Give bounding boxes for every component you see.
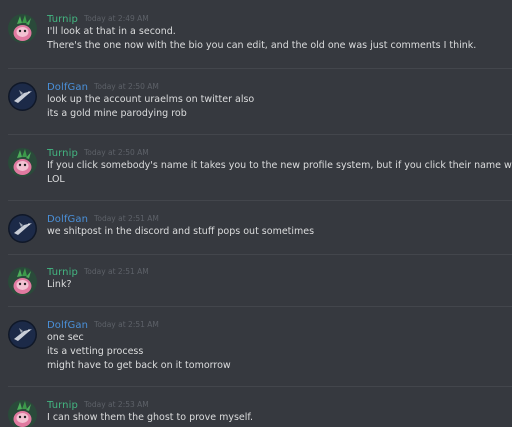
turnip-avatar-icon[interactable]: [8, 267, 37, 296]
message-line: its a gold mine parodying rob: [47, 108, 187, 119]
message-divider: [8, 254, 512, 255]
message-line: There's the one now with the bio you can…: [47, 40, 477, 51]
message-timestamp: Today at 2:53 AM: [83, 400, 149, 409]
author-name[interactable]: Turnip: [47, 400, 78, 411]
message-timestamp: Today at 2:51 AM: [94, 320, 159, 329]
message-divider: [8, 68, 512, 69]
message-line: might have to get back on it tomorrow: [47, 360, 231, 371]
message-timestamp: Today at 2:51 AM: [83, 267, 149, 276]
turnip-avatar-icon[interactable]: [8, 14, 37, 43]
author-name[interactable]: DolfGan: [47, 320, 88, 331]
message-header: Turnip Today at 2:49 AM: [47, 10, 149, 25]
message-header: DolfGan Today at 2:51 AM: [47, 316, 159, 331]
message-line: I can show them the ghost to prove mysel…: [47, 412, 254, 423]
message-header: DolfGan Today at 2:51 AM: [47, 210, 159, 225]
dolfgan-avatar-icon[interactable]: [8, 214, 37, 243]
message-line: one sec: [47, 332, 84, 343]
dolfgan-avatar-icon[interactable]: [8, 320, 37, 349]
message-timestamp: Today at 2:49 AM: [83, 14, 149, 23]
message-header: DolfGan Today at 2:50 AM: [47, 78, 159, 93]
message-divider: [8, 200, 512, 201]
message-line: we shitpost in the discord and stuff pop…: [47, 226, 315, 237]
message-header: Turnip Today at 2:50 AM: [47, 144, 149, 159]
turnip-avatar-icon[interactable]: [8, 148, 37, 177]
message-line: Link?: [47, 279, 72, 290]
message-timestamp: Today at 2:50 AM: [94, 82, 159, 91]
author-name[interactable]: DolfGan: [47, 214, 88, 225]
message-timestamp: Today at 2:51 AM: [94, 214, 159, 223]
turnip-avatar-icon[interactable]: [8, 400, 37, 427]
author-name[interactable]: DolfGan: [47, 82, 88, 93]
message-timestamp: Today at 2:50 AM: [83, 148, 149, 157]
message-line: If you click somebody's name it takes yo…: [47, 160, 512, 171]
author-name[interactable]: Turnip: [47, 148, 78, 159]
message-line: look up the account uraelms on twitter a…: [47, 94, 255, 105]
message-line: LOL: [47, 174, 65, 185]
dolfgan-avatar-icon[interactable]: [8, 82, 37, 111]
author-name[interactable]: Turnip: [47, 267, 78, 278]
chat-message-list: Turnip Today at 2:49 AM I'll look at that…: [0, 0, 512, 427]
author-name[interactable]: Turnip: [47, 14, 78, 25]
message-divider: [8, 134, 512, 135]
message-divider: [8, 386, 512, 387]
message-line: I'll look at that in a second.: [47, 26, 176, 37]
message-header: Turnip Today at 2:53 AM: [47, 396, 149, 411]
message-header: Turnip Today at 2:51 AM: [47, 263, 149, 278]
message-divider: [8, 306, 512, 307]
message-line: its a vetting process: [47, 346, 144, 357]
